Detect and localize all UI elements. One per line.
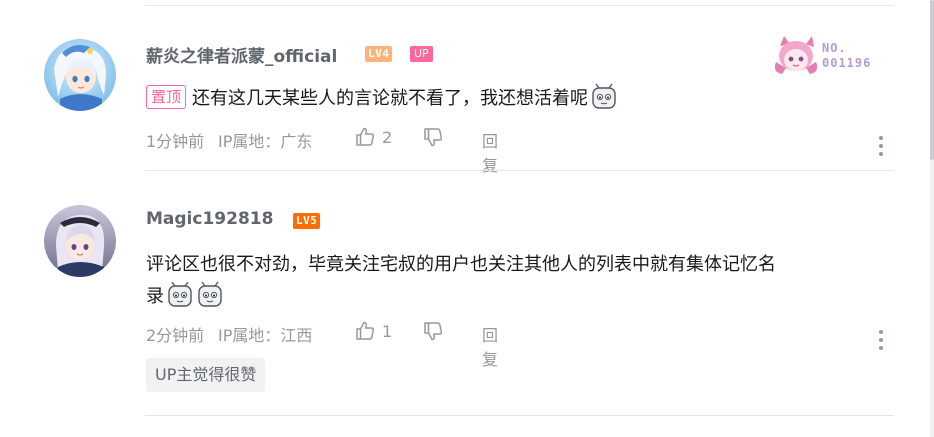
dislike-button[interactable] [422,320,446,344]
decoration-number-value: 001196 [822,56,872,70]
pinned-tag: 置顶 [146,85,187,109]
more-options-button[interactable] [872,134,890,158]
ip-location: IP属地：广东 [218,132,313,151]
comment-text: 录 [146,286,164,307]
up-liked-tag: UP主觉得很赞 [146,358,266,392]
decoration-character-icon [774,36,818,74]
avatar-image-icon [44,205,116,277]
more-dot-icon [879,144,883,148]
comment-time: 1分钟前 [146,132,205,151]
divider-top [145,5,894,6]
thumbs-down-icon [424,322,443,341]
more-dot-icon [879,136,883,140]
more-dot-icon [879,338,883,342]
username[interactable]: Magic192818 [146,209,273,229]
reply-button[interactable]: 回复 [482,322,498,370]
more-options-button[interactable] [872,328,890,352]
dislike-button[interactable] [422,126,446,150]
divider [145,415,894,416]
like-button[interactable]: 2 [354,126,402,150]
comment-time: 2分钟前 [146,326,205,345]
ip-location: IP属地：江西 [218,326,313,345]
divider [145,170,894,171]
tv-doge-emote-icon [168,281,192,307]
level-badge: LV5 [293,213,321,229]
avatar[interactable] [44,39,116,111]
scrollbar-thumb[interactable] [930,0,934,160]
scrollbar[interactable] [930,0,934,437]
like-count: 2 [382,128,393,147]
thumbs-up-icon [356,321,375,340]
like-button[interactable]: 1 [354,320,402,344]
more-dot-icon [879,330,883,334]
username[interactable]: 薪炎之律者派蒙_official [146,42,337,67]
avatar[interactable] [44,205,116,277]
reply-button[interactable]: 回复 [482,128,498,176]
thumbs-up-icon [356,127,375,146]
like-count: 1 [382,322,393,341]
comment-content: 评论区也很不对劲，毕竟关注宅叔的用户也关注其他人的列表中就有集体记忆名 录 [146,249,891,313]
decoration-number-label: NO. [822,41,847,55]
thumbs-down-icon [424,128,443,147]
comment-text-line-2: 录 [146,281,891,313]
up-badge: UP [410,46,433,62]
comment-list: 薪炎之律者派蒙_official LV4 UP NO. 001196 置顶 还有这… [0,0,934,437]
level-badge: LV4 [365,46,393,62]
comment-content: 置顶 还有这几天某些人的言论就不看了，我还想活着呢 [146,83,891,115]
comment-text: 还有这几天某些人的言论就不看了，我还想活着呢 [192,88,589,109]
tv-doge-emote-icon [592,83,616,109]
more-dot-icon [879,346,883,350]
more-dot-icon [879,152,883,156]
tv-doge-emote-icon [198,281,222,307]
comment-text-line: 评论区也很不对劲，毕竟关注宅叔的用户也关注其他人的列表中就有集体记忆名 [146,254,776,275]
avatar-image-icon [44,39,116,111]
decoration-card[interactable]: NO. 001196 [768,34,888,76]
